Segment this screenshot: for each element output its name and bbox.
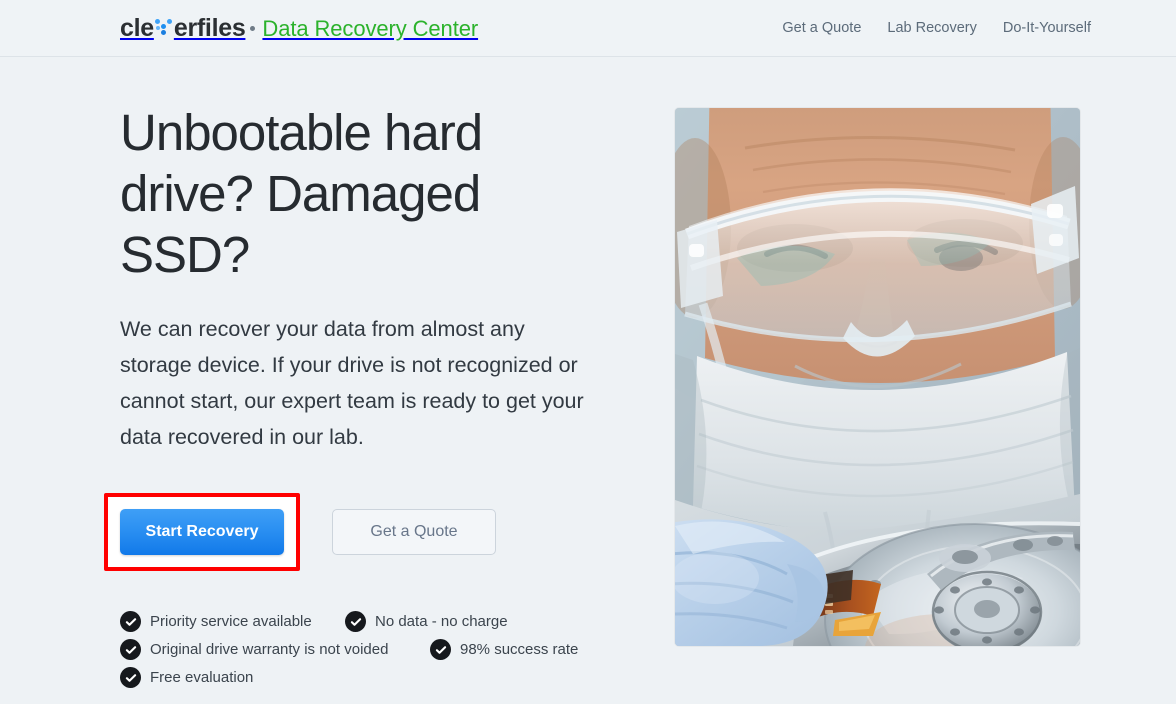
check-circle-icon <box>430 639 451 660</box>
feature-label: No data - no charge <box>375 613 508 630</box>
nav-link-get-a-quote[interactable]: Get a Quote <box>782 20 861 36</box>
feature-row: Free evaluation <box>120 667 600 688</box>
feature-item-priority-service: Priority service available <box>120 611 345 632</box>
feature-item-warranty-not-voided: Original drive warranty is not voided <box>120 639 430 660</box>
hero-content: Unbootable hard drive? Damaged SSD? We c… <box>0 57 600 688</box>
feature-item-free-evaluation: Free evaluation <box>120 667 253 688</box>
brand-name-part2: erfiles <box>173 13 246 42</box>
hero-description: We can recover your data from almost any… <box>120 317 584 449</box>
check-circle-icon <box>120 611 141 632</box>
feature-row: Original drive warranty is not voided 98… <box>120 639 600 660</box>
site-header: cle erfiles Data Recovery Center Get a Q… <box>0 0 1176 57</box>
feature-list: Priority service available No data - no … <box>120 611 600 688</box>
hero-section: Unbootable hard drive? Damaged SSD? We c… <box>0 57 1176 688</box>
brand-logo[interactable]: cle erfiles Data Recovery Center <box>120 14 478 43</box>
feature-item-success-rate: 98% success rate <box>430 639 578 660</box>
brand-name-part1: cle <box>120 13 154 42</box>
brand-separator-dot <box>250 25 256 31</box>
feature-item-no-data-no-charge: No data - no charge <box>345 611 508 632</box>
main-navigation: Get a Quote Lab Recovery Do-It-Yourself <box>782 20 1091 36</box>
start-recovery-highlight-box: Start Recovery <box>104 493 300 571</box>
feature-row: Priority service available No data - no … <box>120 611 600 632</box>
check-circle-icon <box>345 611 366 632</box>
brand-tagline: Data Recovery Center <box>262 15 479 41</box>
feature-label: Priority service available <box>150 613 312 630</box>
get-a-quote-button[interactable]: Get a Quote <box>332 509 496 555</box>
hero-image-container <box>675 108 1080 646</box>
check-circle-icon <box>120 639 141 660</box>
cta-button-row: Start Recovery Get a Quote <box>104 493 600 571</box>
data-recovery-lab-photo <box>675 108 1080 646</box>
nav-link-lab-recovery[interactable]: Lab Recovery <box>887 20 976 36</box>
check-circle-icon <box>120 667 141 688</box>
cleverfiles-v-dots-icon <box>154 18 174 35</box>
feature-label: Original drive warranty is not voided <box>150 641 389 658</box>
feature-label: Free evaluation <box>150 669 254 686</box>
feature-label: 98% success rate <box>460 641 579 658</box>
brand-name: cle erfiles <box>120 13 246 43</box>
start-recovery-button[interactable]: Start Recovery <box>120 509 284 555</box>
nav-link-do-it-yourself[interactable]: Do-It-Yourself <box>1003 20 1091 36</box>
page-title: Unbootable hard drive? Damaged SSD? <box>120 104 483 283</box>
